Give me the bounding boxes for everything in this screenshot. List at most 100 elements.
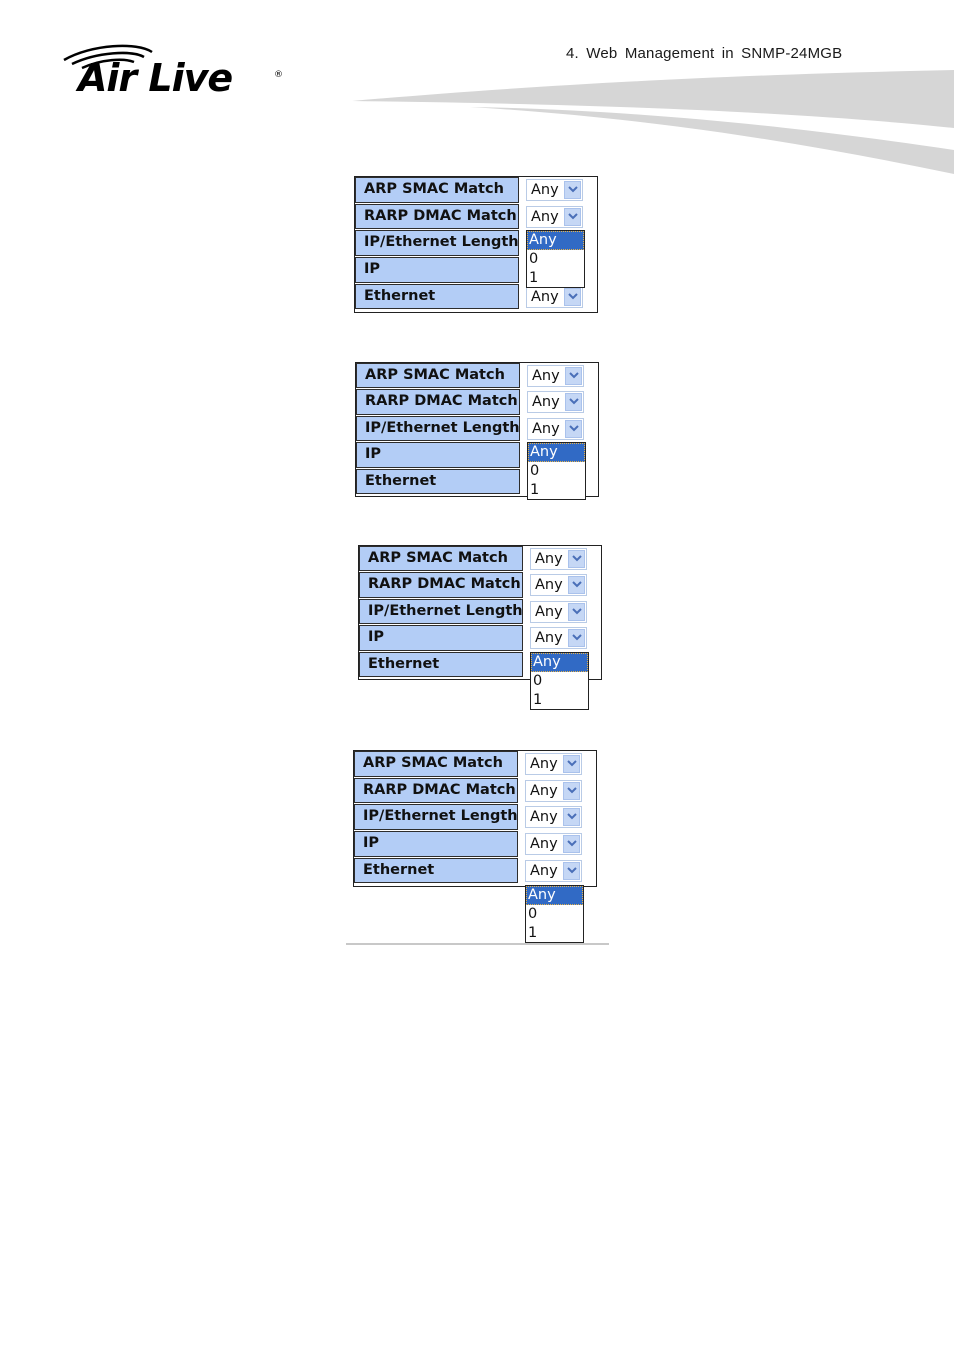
table-row: RARP DMAC Match Any xyxy=(353,777,595,804)
field-label: RARP DMAC Match xyxy=(354,777,518,804)
dropdown-option[interactable]: Any xyxy=(528,443,585,462)
match-select[interactable]: Any xyxy=(527,391,584,414)
match-select[interactable]: Any xyxy=(530,600,587,623)
dropdown-option[interactable]: Any xyxy=(526,886,583,905)
dropdown-option[interactable]: Any xyxy=(527,231,584,250)
dropdown-option[interactable]: 0 xyxy=(527,250,584,269)
dropdown-option[interactable]: 0 xyxy=(528,462,585,481)
field-label: IP/Ethernet Length xyxy=(355,230,519,257)
select-value: Any xyxy=(535,577,563,594)
chevron-down-icon[interactable] xyxy=(563,861,580,880)
page-header-title: 4. Web Management in SNMP-24MGB xyxy=(566,45,843,62)
select-value: Any xyxy=(535,603,563,620)
match-select[interactable]: Any xyxy=(525,859,582,882)
airlive-logo: Air Live ® xyxy=(62,42,287,104)
dropdown-option[interactable]: 1 xyxy=(526,924,583,943)
match-select[interactable]: Any xyxy=(525,779,582,802)
field-label: Ethernet xyxy=(359,651,523,677)
select-value: Any xyxy=(535,630,563,647)
field-label: IP/Ethernet Length xyxy=(359,598,523,625)
table-row: ARP SMAC Match Any xyxy=(354,177,596,203)
select-value: Any xyxy=(531,288,559,305)
match-select[interactable]: Any xyxy=(526,205,583,228)
field-label: IP xyxy=(356,442,520,468)
select-value: Any xyxy=(535,551,563,567)
match-select[interactable]: Any xyxy=(530,574,587,597)
match-select[interactable]: Any xyxy=(525,833,582,856)
table-row: ARP SMAC Match Any xyxy=(358,546,600,572)
field-label: IP xyxy=(355,257,519,283)
chevron-down-icon[interactable] xyxy=(568,550,585,568)
match-select[interactable]: Any xyxy=(526,179,583,201)
chevron-down-icon[interactable] xyxy=(568,629,585,648)
dropdown-list[interactable]: Any 0 1 xyxy=(527,442,586,500)
table-row: ARP SMAC Match Any xyxy=(353,751,595,777)
chevron-down-icon[interactable] xyxy=(563,755,580,773)
dropdown-option[interactable]: Any xyxy=(531,653,588,672)
screenshot-bottom-rule xyxy=(346,943,609,945)
field-label: ARP SMAC Match xyxy=(355,177,519,203)
table-row: RARP DMAC Match Any xyxy=(355,389,597,415)
select-value: Any xyxy=(530,862,558,879)
select-value: Any xyxy=(530,756,558,772)
table-row: RARP DMAC Match Any xyxy=(354,203,596,230)
table-row: Ethernet Any xyxy=(353,857,595,884)
field-label: IP xyxy=(359,625,523,651)
chevron-down-icon[interactable] xyxy=(563,808,580,827)
field-label: ARP SMAC Match xyxy=(359,546,523,572)
field-label: ARP SMAC Match xyxy=(354,751,518,777)
field-label: Ethernet xyxy=(356,468,520,494)
table-row: IP/Ethernet Length Any xyxy=(355,415,597,442)
dropdown-list[interactable]: Any 0 1 xyxy=(530,652,589,710)
match-select[interactable]: Any xyxy=(530,548,587,570)
dropdown-option[interactable]: 1 xyxy=(528,481,585,500)
select-value: Any xyxy=(531,208,559,225)
match-select[interactable]: Any xyxy=(525,753,582,775)
select-value: Any xyxy=(532,368,560,384)
dropdown-list[interactable]: Any 0 1 xyxy=(525,885,584,943)
table-row: ARP SMAC Match Any xyxy=(355,363,597,389)
logo-text: Air Live xyxy=(78,56,233,100)
table-row: RARP DMAC Match Any xyxy=(358,572,600,598)
chevron-down-icon[interactable] xyxy=(565,393,582,412)
select-value: Any xyxy=(530,782,558,799)
table-row: IP/Ethernet Length Any xyxy=(353,804,595,831)
match-select[interactable]: Any xyxy=(530,627,587,650)
chevron-down-icon[interactable] xyxy=(565,367,582,385)
dropdown-option[interactable]: 0 xyxy=(526,905,583,924)
select-value: Any xyxy=(531,182,559,198)
chevron-down-icon[interactable] xyxy=(564,207,581,226)
field-label: Ethernet xyxy=(354,857,518,884)
field-label: IP/Ethernet Length xyxy=(354,804,518,831)
field-label: IP xyxy=(354,831,518,857)
field-label: IP/Ethernet Length xyxy=(356,415,520,442)
dropdown-option[interactable]: 1 xyxy=(527,269,584,288)
registered-mark: ® xyxy=(274,70,283,80)
field-label: ARP SMAC Match xyxy=(356,363,520,389)
chevron-down-icon[interactable] xyxy=(568,602,585,621)
select-value: Any xyxy=(530,836,558,853)
match-select[interactable]: Any xyxy=(525,806,582,829)
field-label: Ethernet xyxy=(355,283,519,310)
table-row: IP Any xyxy=(358,625,600,651)
match-select[interactable]: Any xyxy=(526,285,583,308)
table-row: IP Any xyxy=(353,831,595,857)
chevron-down-icon[interactable] xyxy=(563,781,580,800)
dropdown-option[interactable]: 0 xyxy=(531,672,588,691)
select-value: Any xyxy=(532,394,560,411)
dropdown-list[interactable]: Any 0 1 xyxy=(526,230,585,288)
table-row: IP/Ethernet Length Any xyxy=(358,598,600,625)
chevron-down-icon[interactable] xyxy=(565,419,582,438)
select-value: Any xyxy=(532,420,560,437)
match-select[interactable]: Any xyxy=(527,417,584,440)
chevron-down-icon[interactable] xyxy=(563,835,580,854)
field-label: RARP DMAC Match xyxy=(359,572,523,598)
match-select[interactable]: Any xyxy=(527,365,584,387)
field-label: RARP DMAC Match xyxy=(356,389,520,415)
dropdown-option[interactable]: 1 xyxy=(531,691,588,710)
select-value: Any xyxy=(530,809,558,826)
field-label: RARP DMAC Match xyxy=(355,203,519,230)
chevron-down-icon[interactable] xyxy=(568,576,585,595)
chevron-down-icon[interactable] xyxy=(564,287,581,306)
chevron-down-icon[interactable] xyxy=(564,181,581,199)
